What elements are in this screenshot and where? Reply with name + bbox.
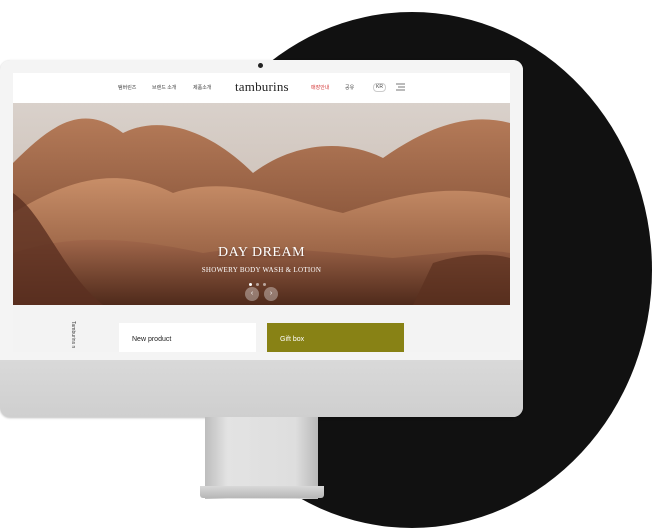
imac-stand-foot <box>200 486 324 498</box>
slide-dot[interactable] <box>249 283 252 286</box>
hero-image <box>13 103 510 305</box>
website-screen: 탬버린즈 브랜드 소개 제품소개 tamburins 매장안내 공유 KR DA… <box>13 73 510 352</box>
nav-item-stores[interactable]: 매장안내 <box>311 84 329 91</box>
top-navigation: 탬버린즈 브랜드 소개 제품소개 tamburins 매장안내 공유 KR <box>13 73 510 103</box>
logo[interactable]: tamburins <box>235 79 289 95</box>
nav-item-brand[interactable]: 브랜드 소개 <box>152 84 176 91</box>
slide-dot[interactable] <box>256 283 259 286</box>
nav-item-share[interactable]: 공유 <box>345 84 354 91</box>
hero-title: DAY DREAM <box>217 245 306 260</box>
hero-banner: DAY DREAM SHOWERY BODY WASH & LOTION ‹ › <box>13 103 510 305</box>
gift-box-label: Gift box <box>280 336 305 343</box>
language-selector[interactable]: KR <box>373 83 386 92</box>
product-section: Tamburins n New product Gift box <box>13 305 510 352</box>
new-product-card[interactable]: New product <box>119 323 256 352</box>
chevron-left-icon[interactable]: ‹ <box>245 287 259 301</box>
chevron-right-icon[interactable]: › <box>264 287 278 301</box>
hamburger-menu-icon[interactable] <box>396 83 405 91</box>
vertical-brand-label: Tamburins n <box>70 321 76 349</box>
gift-box-card[interactable]: Gift box <box>267 323 404 352</box>
imac-chin <box>0 360 523 417</box>
camera-icon <box>258 63 263 68</box>
nav-item-products[interactable]: 제품소개 <box>193 84 211 91</box>
hero-subtitle: SHOWERY BODY WASH & LOTION <box>201 266 322 274</box>
stage: 탬버린즈 브랜드 소개 제품소개 tamburins 매장안내 공유 KR DA… <box>0 0 652 528</box>
nav-item-tamburins[interactable]: 탬버린즈 <box>118 84 136 91</box>
new-product-label: New product <box>132 336 172 343</box>
slide-dot[interactable] <box>263 283 266 286</box>
